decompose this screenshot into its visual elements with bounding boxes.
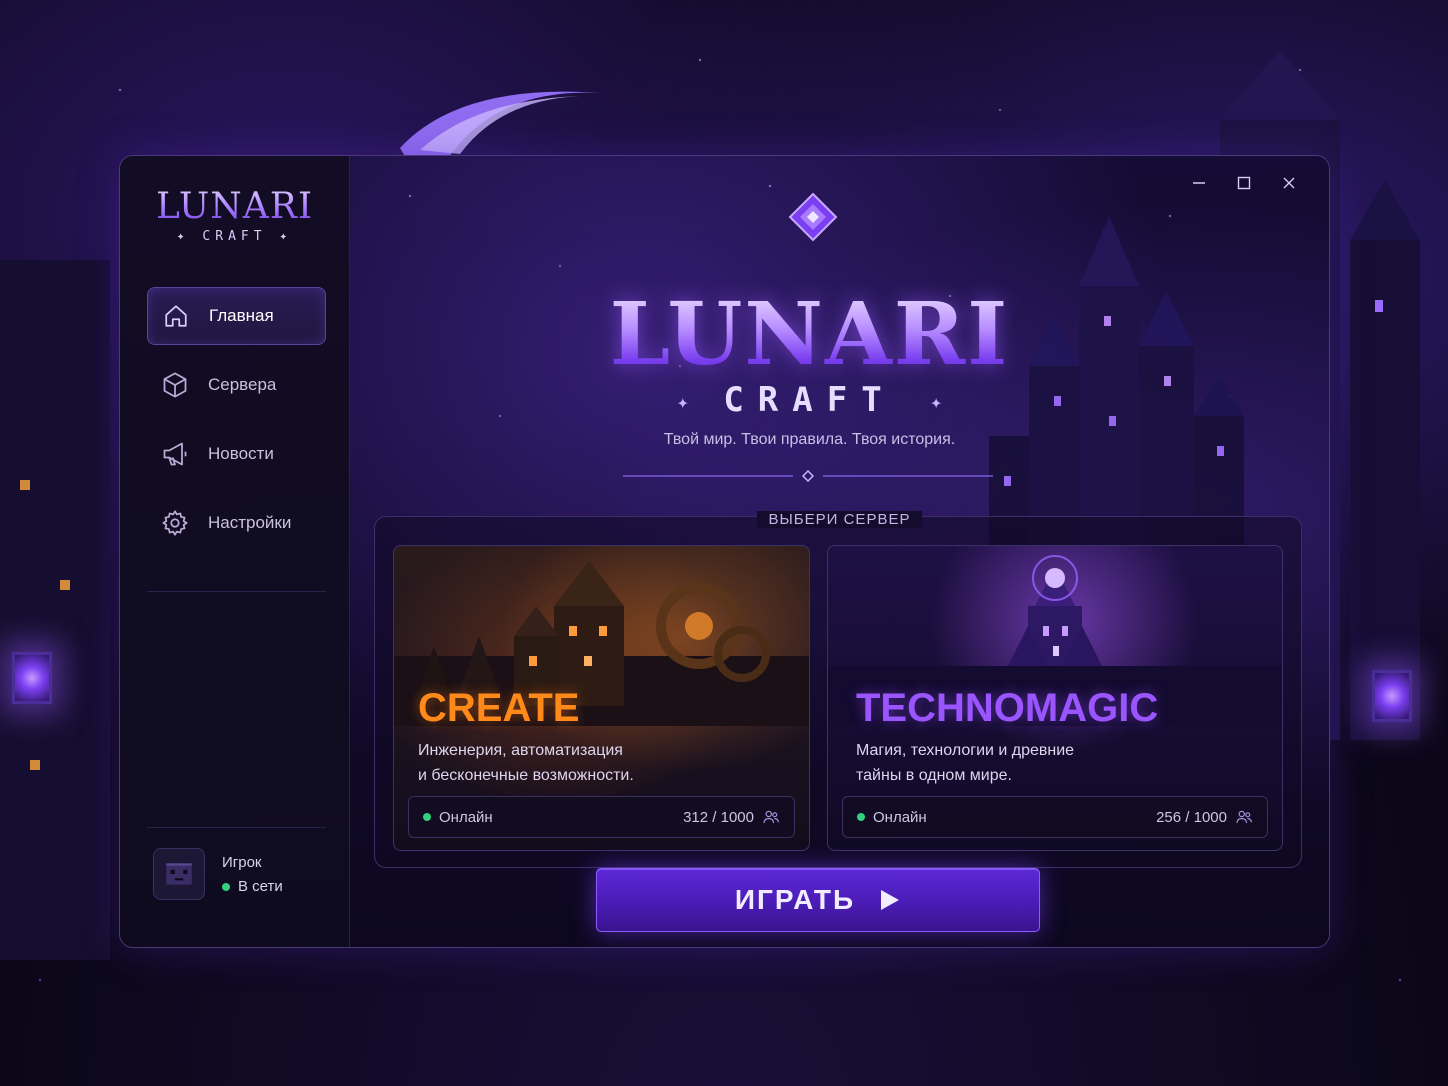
megaphone-icon: [161, 440, 189, 468]
server-description-line: Инженерия, автоматизация: [418, 742, 623, 759]
logo-subtitle: ✦ CRAFT ✦: [176, 229, 293, 244]
server-footer: Онлайн 256 / 1000: [842, 796, 1268, 838]
pixel-avatar-icon: [166, 863, 192, 885]
sparkle-icon: ✦: [930, 389, 943, 414]
main-content: LUNARI ✦ CRAFT ✦ Твой мир. Твои правила.…: [350, 156, 1329, 947]
maximize-icon: [1237, 176, 1250, 190]
server-title: CREATE: [418, 686, 580, 730]
sidebar: LUNARI ✦ CRAFT ✦ Главная Сервера Новости…: [120, 156, 350, 947]
sidebar-divider: [147, 591, 326, 592]
server-status: Онлайн: [423, 809, 493, 826]
sparkle-icon: ✦: [676, 389, 689, 414]
cube-icon: [161, 371, 189, 399]
server-card-technomagic[interactable]: TECHNOMAGIC Магия, технологии и древние …: [827, 545, 1283, 851]
avatar: [153, 848, 205, 900]
server-status: Онлайн: [857, 809, 927, 826]
background-ruins-left: [0, 260, 110, 960]
launcher-window: LUNARI ✦ CRAFT ✦ Главная Сервера Новости…: [119, 155, 1330, 948]
sidebar-item-label: Новости: [208, 444, 274, 463]
online-status-dot: [857, 813, 865, 821]
play-icon: [881, 890, 900, 910]
hero-tagline: Твой мир. Твои правила. Твоя история.: [663, 431, 956, 448]
server-description: Магия, технологии и древние тайны в одно…: [856, 738, 1156, 788]
online-status-dot: [423, 813, 431, 821]
sidebar-item-label: Сервера: [208, 375, 277, 394]
ornamental-divider: [623, 470, 993, 482]
maximize-button[interactable]: [1221, 170, 1266, 196]
sidebar-item-label: Настройки: [208, 513, 292, 532]
logo-title: LUNARI: [120, 186, 349, 227]
server-card-create[interactable]: CREATE Инженерия, автоматизация и бескон…: [393, 545, 810, 851]
diamond-gem-icon: [788, 192, 838, 242]
user-profile[interactable]: Игрок В сети: [153, 848, 333, 904]
lantern-decoration-left: [12, 652, 52, 704]
users-icon: [1236, 810, 1252, 824]
player-count-value: 312 / 1000: [683, 808, 754, 826]
sidebar-divider-bottom: [147, 827, 326, 828]
gear-icon: [161, 509, 189, 537]
player-count-value: 256 / 1000: [1156, 808, 1227, 826]
minimize-button[interactable]: [1176, 170, 1221, 196]
online-status-dot: [222, 882, 230, 891]
server-select-panel: CREATE Инженерия, автоматизация и бескон…: [374, 516, 1302, 868]
server-description-line: Магия, технологии и древние: [856, 742, 1075, 759]
lantern-decoration-right: [1372, 670, 1412, 722]
hero-subtitle: ✦ CRAFT ✦: [350, 380, 1269, 420]
close-button[interactable]: [1266, 170, 1311, 196]
server-title: TECHNOMAGIC: [856, 686, 1159, 730]
server-player-count: 312 / 1000: [683, 808, 780, 826]
server-footer: Онлайн 312 / 1000: [408, 796, 795, 838]
hero-subtitle-text: CRAFT: [723, 380, 896, 420]
profile-status: В сети: [222, 878, 283, 895]
server-description: Инженерия, автоматизация и бесконечные в…: [418, 738, 718, 788]
server-section-label: ВЫБЕРИ СЕРВЕР: [350, 511, 1329, 528]
server-status-label: Онлайн: [439, 808, 493, 826]
server-status-label: Онлайн: [873, 808, 927, 826]
sidebar-item-news[interactable]: Новости: [147, 425, 326, 483]
sidebar-item-home[interactable]: Главная: [147, 287, 326, 345]
sidebar-item-settings[interactable]: Настройки: [147, 494, 326, 552]
users-icon: [763, 810, 779, 824]
server-description-line: тайны в одном мире.: [856, 767, 1012, 784]
profile-status-label: В сети: [238, 878, 283, 895]
server-player-count: 256 / 1000: [1156, 808, 1253, 826]
server-section-label-text: ВЫБЕРИ СЕРВЕР: [756, 511, 923, 528]
sidebar-item-label: Главная: [209, 306, 274, 325]
play-button-label: ИГРАТЬ: [734, 884, 856, 915]
sidebar-nav: Главная Сервера Новости Настройки: [147, 287, 326, 563]
minimize-icon: [1192, 182, 1205, 184]
sidebar-item-servers[interactable]: Сервера: [147, 356, 326, 414]
home-icon: [162, 302, 190, 330]
hero-title: LUNARI: [350, 284, 1269, 385]
server-description-line: и бесконечные возможности.: [418, 767, 634, 784]
play-button[interactable]: ИГРАТЬ: [596, 868, 1040, 932]
sidebar-logo: LUNARI ✦ CRAFT ✦: [120, 186, 349, 244]
close-icon: [1283, 177, 1294, 189]
profile-name: Игрок: [222, 854, 262, 871]
window-controls: [1176, 170, 1311, 196]
